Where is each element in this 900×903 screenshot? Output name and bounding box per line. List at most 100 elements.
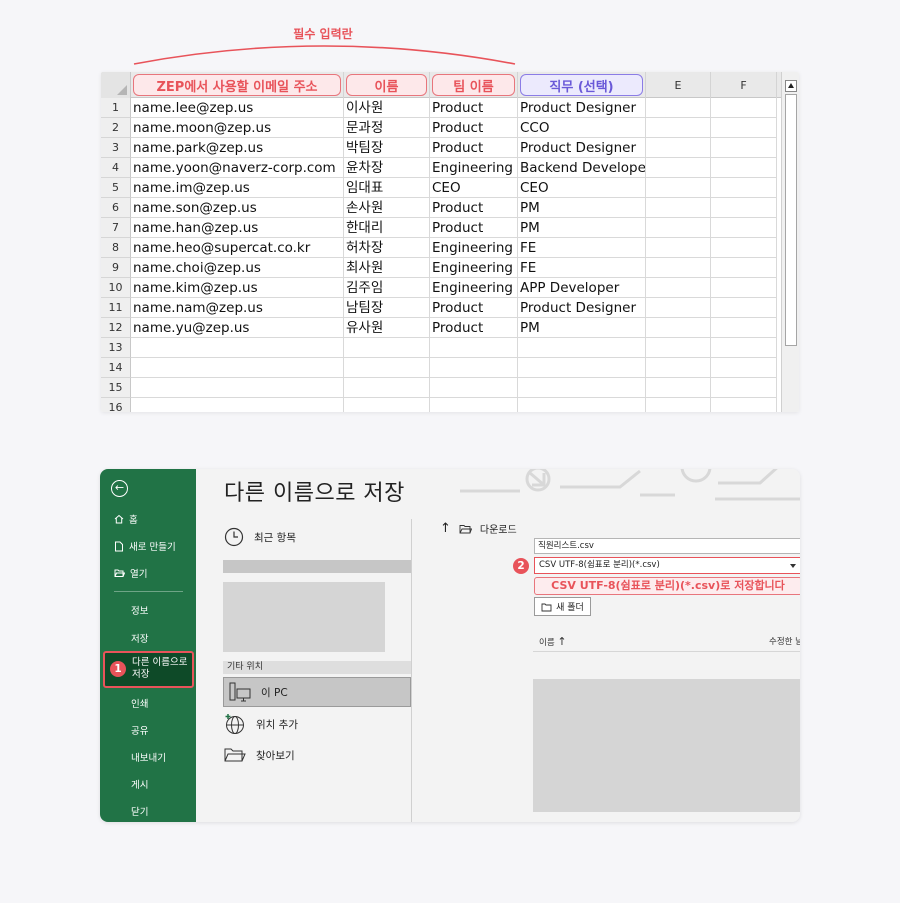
table-cell[interactable] — [646, 198, 711, 218]
table-cell[interactable] — [430, 358, 518, 378]
table-cell[interactable]: Product Designer — [518, 138, 646, 158]
date-modified-header[interactable]: 수정한 날짜 — [769, 635, 800, 647]
table-cell[interactable]: 임대표 — [344, 178, 430, 198]
table-cell[interactable] — [711, 278, 777, 298]
table-cell[interactable] — [430, 398, 518, 412]
table-cell[interactable] — [344, 398, 430, 412]
sort-by-name-header[interactable]: 이름 ↑ — [539, 635, 567, 648]
row-header[interactable]: 3 — [101, 138, 131, 158]
table-cell[interactable]: name.yoon@naverz-corp.com — [131, 158, 344, 178]
table-cell[interactable]: name.lee@zep.us — [131, 98, 344, 118]
sidebar-item-save[interactable]: 저장 — [131, 631, 148, 645]
table-cell[interactable]: 최사원 — [344, 258, 430, 278]
table-cell[interactable] — [131, 378, 344, 398]
table-cell[interactable] — [711, 298, 777, 318]
table-cell[interactable] — [711, 138, 777, 158]
table-cell[interactable]: 허차장 — [344, 238, 430, 258]
table-cell[interactable] — [518, 358, 646, 378]
table-cell[interactable]: name.choi@zep.us — [131, 258, 344, 278]
table-cell[interactable] — [131, 358, 344, 378]
row-header[interactable]: 13 — [101, 338, 131, 358]
vertical-scrollbar[interactable] — [781, 72, 799, 412]
table-cell[interactable] — [646, 358, 711, 378]
row-header[interactable]: 12 — [101, 318, 131, 338]
table-cell[interactable] — [646, 398, 711, 412]
column-header-2[interactable]: 이름 — [344, 72, 430, 98]
table-cell[interactable]: Product — [430, 138, 518, 158]
table-cell[interactable] — [131, 398, 344, 412]
row-header[interactable]: 5 — [101, 178, 131, 198]
table-cell[interactable]: Engineering — [430, 258, 518, 278]
table-cell[interactable] — [646, 138, 711, 158]
table-cell[interactable]: name.han@zep.us — [131, 218, 344, 238]
row-header[interactable]: 2 — [101, 118, 131, 138]
table-cell[interactable]: name.yu@zep.us — [131, 318, 344, 338]
row-header[interactable]: 7 — [101, 218, 131, 238]
table-cell[interactable] — [646, 378, 711, 398]
sidebar-item-publish[interactable]: 게시 — [131, 777, 148, 791]
table-cell[interactable]: Product — [430, 318, 518, 338]
table-cell[interactable] — [711, 118, 777, 138]
table-cell[interactable] — [430, 338, 518, 358]
table-cell[interactable]: name.park@zep.us — [131, 138, 344, 158]
column-header-1[interactable]: ZEP에서 사용할 이메일 주소 — [131, 72, 344, 98]
column-header-4[interactable]: 직무 (선택) — [518, 72, 646, 98]
sidebar-item-share[interactable]: 공유 — [131, 723, 148, 737]
sidebar-item-new[interactable]: 새로 만들기 — [114, 539, 176, 553]
table-cell[interactable]: Product Designer — [518, 98, 646, 118]
table-cell[interactable]: PM — [518, 198, 646, 218]
table-cell[interactable]: name.kim@zep.us — [131, 278, 344, 298]
table-cell[interactable] — [518, 398, 646, 412]
row-header[interactable]: 8 — [101, 238, 131, 258]
table-cell[interactable]: 손사원 — [344, 198, 430, 218]
table-cell[interactable]: CCO — [518, 118, 646, 138]
table-cell[interactable]: Engineering — [430, 278, 518, 298]
location-add-place[interactable]: 위치 추가 — [224, 713, 298, 735]
table-cell[interactable] — [711, 398, 777, 412]
sidebar-item-save-as[interactable]: 1 다른 이름으로 저장 — [103, 651, 194, 688]
new-folder-button[interactable]: 새 폴더 — [534, 597, 591, 616]
table-cell[interactable] — [646, 298, 711, 318]
table-cell[interactable] — [344, 338, 430, 358]
table-cell[interactable]: Backend Developer — [518, 158, 646, 178]
table-cell[interactable]: Product — [430, 298, 518, 318]
back-arrow-icon[interactable]: ← — [111, 480, 128, 497]
breadcrumb-folder[interactable]: 다운로드 — [480, 521, 517, 536]
file-list[interactable] — [533, 679, 800, 812]
table-cell[interactable] — [711, 338, 777, 358]
row-header[interactable]: 11 — [101, 298, 131, 318]
sidebar-item-home[interactable]: 홈 — [114, 512, 138, 526]
table-cell[interactable]: FE — [518, 258, 646, 278]
table-cell[interactable] — [646, 218, 711, 238]
table-cell[interactable] — [711, 238, 777, 258]
table-cell[interactable]: APP Developer — [518, 278, 646, 298]
table-cell[interactable] — [711, 318, 777, 338]
table-cell[interactable] — [646, 158, 711, 178]
table-cell[interactable]: Product — [430, 198, 518, 218]
table-cell[interactable] — [711, 258, 777, 278]
table-cell[interactable]: 유사원 — [344, 318, 430, 338]
sidebar-item-open[interactable]: 열기 — [114, 566, 147, 580]
sidebar-item-close[interactable]: 닫기 — [131, 804, 148, 818]
table-cell[interactable] — [430, 378, 518, 398]
table-cell[interactable]: Product Designer — [518, 298, 646, 318]
table-cell[interactable]: Engineering — [430, 238, 518, 258]
table-cell[interactable]: PM — [518, 218, 646, 238]
table-cell[interactable] — [344, 358, 430, 378]
table-cell[interactable] — [646, 98, 711, 118]
row-header[interactable]: 6 — [101, 198, 131, 218]
table-cell[interactable]: name.nam@zep.us — [131, 298, 344, 318]
column-header-3[interactable]: 팀 이름 — [430, 72, 518, 98]
file-type-select[interactable]: CSV UTF-8(쉼표로 분리)(*.csv) — [534, 557, 800, 574]
select-all-corner[interactable] — [101, 72, 131, 98]
column-header-6[interactable]: F — [711, 72, 777, 98]
sidebar-item-export[interactable]: 내보내기 — [131, 750, 166, 764]
table-cell[interactable] — [131, 338, 344, 358]
table-cell[interactable]: name.heo@supercat.co.kr — [131, 238, 344, 258]
row-header[interactable]: 9 — [101, 258, 131, 278]
table-cell[interactable] — [646, 118, 711, 138]
row-header[interactable]: 4 — [101, 158, 131, 178]
scroll-thumb[interactable] — [785, 94, 797, 346]
table-cell[interactable] — [646, 278, 711, 298]
table-cell[interactable] — [344, 378, 430, 398]
